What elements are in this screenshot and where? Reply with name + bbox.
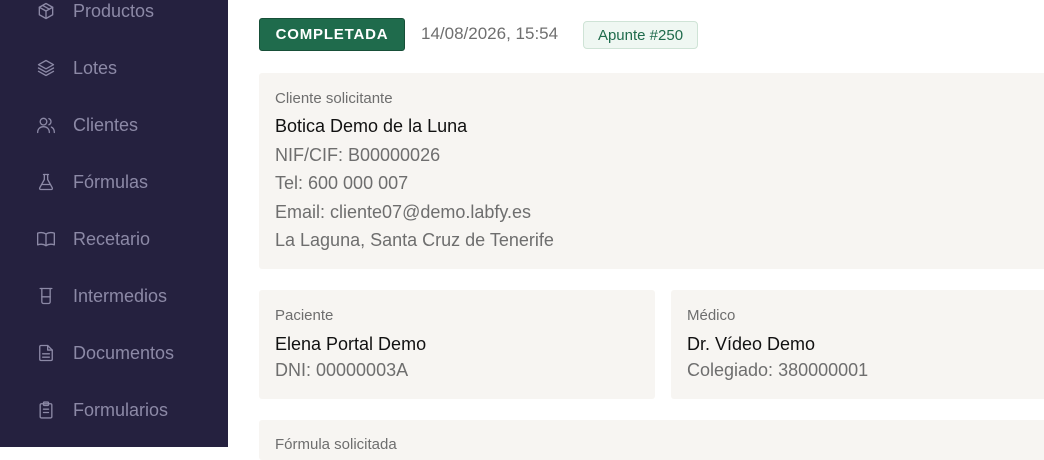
doctor-registration: Colegiado: 380000001 <box>687 360 869 380</box>
sidebar-item-label: Clientes <box>73 114 139 135</box>
sidebar-item-formulas[interactable]: Fórmulas <box>0 162 228 202</box>
client-location: La Laguna, Santa Cruz de Tenerife <box>275 230 554 250</box>
beaker-icon <box>36 286 56 306</box>
patient-card: Paciente Elena Portal Demo DNI: 00000003… <box>259 290 655 399</box>
sidebar-item-lotes[interactable]: Lotes <box>0 48 228 88</box>
timestamp: 14/08/2026, 15:54 <box>421 24 559 43</box>
sidebar-item-label: Intermedios <box>73 285 168 306</box>
client-name: Botica Demo de la Luna <box>275 116 468 136</box>
book-open-icon <box>36 229 56 249</box>
sidebar-item-clientes[interactable]: Clientes <box>0 105 228 145</box>
document-icon <box>36 343 56 363</box>
sidebar-item-documentos[interactable]: Documentos <box>0 333 228 373</box>
reference-badge: Apunte #250 <box>583 21 698 49</box>
sidebar-item-formularios[interactable]: Formularios <box>0 390 228 430</box>
sidebar-item-intermedios[interactable]: Intermedios <box>0 276 228 316</box>
doctor-name: Dr. Vídeo Demo <box>687 334 816 354</box>
client-email: Email: cliente07@demo.labfy.es <box>275 202 532 222</box>
patient-label: Paciente <box>275 307 334 324</box>
users-icon <box>36 115 56 135</box>
doctor-card: Médico Dr. Vídeo Demo Colegiado: 3800000… <box>671 290 1044 399</box>
clipboard-icon <box>36 400 56 420</box>
patient-name: Elena Portal Demo <box>275 334 427 354</box>
client-card: Cliente solicitante Botica Demo de la Lu… <box>259 73 1044 269</box>
sidebar-item-label: Documentos <box>73 342 175 363</box>
formula-card: Fórmula solicitada <box>259 420 1044 460</box>
doctor-label: Médico <box>687 307 736 324</box>
layers-icon <box>36 58 56 78</box>
sidebar-item-label: Productos <box>73 0 155 21</box>
sidebar-item-recetario[interactable]: Recetario <box>0 219 228 259</box>
client-phone: Tel: 600 000 007 <box>275 173 409 193</box>
patient-id: DNI: 00000003A <box>275 360 409 380</box>
sidebar-item-label: Lotes <box>73 57 118 78</box>
client-tax-id: NIF/CIF: B00000026 <box>275 145 441 165</box>
sidebar: Productos Lotes Clientes Fórmulas Receta… <box>0 0 228 447</box>
client-label: Cliente solicitante <box>275 90 393 107</box>
box-icon <box>36 1 56 21</box>
sidebar-item-label: Fórmulas <box>73 171 149 192</box>
status-badge: COMPLETADA <box>259 18 405 51</box>
sidebar-item-label: Recetario <box>73 228 151 249</box>
sidebar-item-label: Formularios <box>73 399 169 420</box>
flask-icon <box>36 172 56 192</box>
formula-label: Fórmula solicitada <box>275 436 397 453</box>
sidebar-item-productos[interactable]: Productos <box>0 0 228 31</box>
